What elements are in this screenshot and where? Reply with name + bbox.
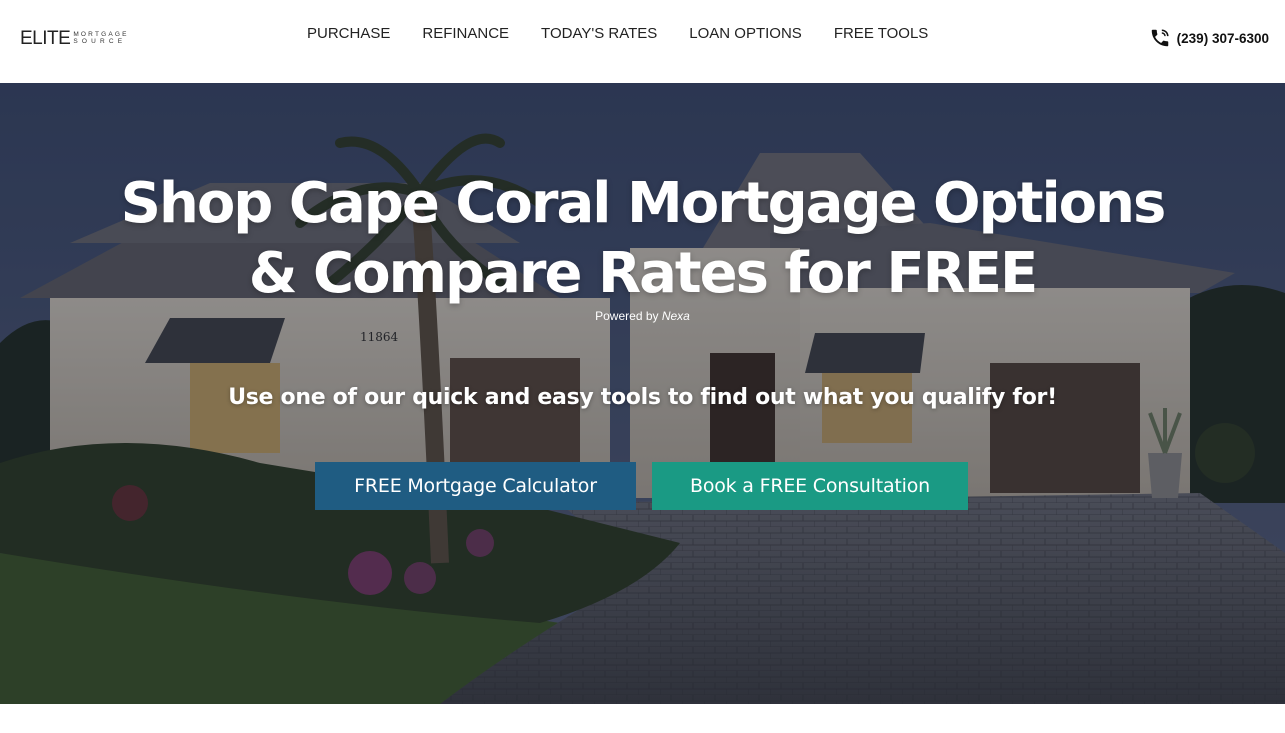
phone-link[interactable]: (239) 307-6300 xyxy=(1149,27,1269,49)
logo-wordmark: ELITE xyxy=(20,28,71,49)
logo-subtext: MORTGAGE SOURCE xyxy=(73,31,128,46)
powered-by-prefix: Powered by xyxy=(595,309,659,323)
nav-item-free-tools[interactable]: FREE TOOLS xyxy=(834,24,928,44)
elite-mortgage-source-logo[interactable]: ELITE MORTGAGE SOURCE xyxy=(20,29,129,48)
phone-icon xyxy=(1149,27,1171,49)
book-consultation-button[interactable]: Book a FREE Consultation xyxy=(652,462,968,510)
powered-by-note: Powered by Nexa xyxy=(0,309,1285,323)
logo-subtext-bottom: SOURCE xyxy=(73,38,127,45)
hero-section: 11864 Shop Cape Coral Mortgage Options &… xyxy=(0,83,1285,704)
mortgage-calculator-button[interactable]: FREE Mortgage Calculator xyxy=(315,462,636,510)
hero-title-line-2: & Compare Rates for FREE xyxy=(248,241,1039,306)
nav-item-loan-options[interactable]: LOAN OPTIONS xyxy=(689,24,802,44)
hero-subtitle: Use one of our quick and easy tools to f… xyxy=(228,385,1057,410)
site-header: ELITE MORTGAGE SOURCE PURCHASE REFINANCE… xyxy=(0,0,1285,83)
nav-item-todays-rates[interactable]: TODAY'S RATES xyxy=(541,24,657,44)
hero-title-line-1: Shop Cape Coral Mortgage Options xyxy=(120,171,1167,236)
main-navigation: PURCHASE REFINANCE TODAY'S RATES LOAN OP… xyxy=(307,24,928,44)
phone-number: (239) 307-6300 xyxy=(1176,30,1269,46)
powered-by-brand: Nexa xyxy=(661,309,690,323)
nav-item-refinance[interactable]: REFINANCE xyxy=(422,24,509,44)
hero-title: Shop Cape Coral Mortgage Options & Compa… xyxy=(0,169,1285,309)
nav-item-purchase[interactable]: PURCHASE xyxy=(307,24,390,44)
